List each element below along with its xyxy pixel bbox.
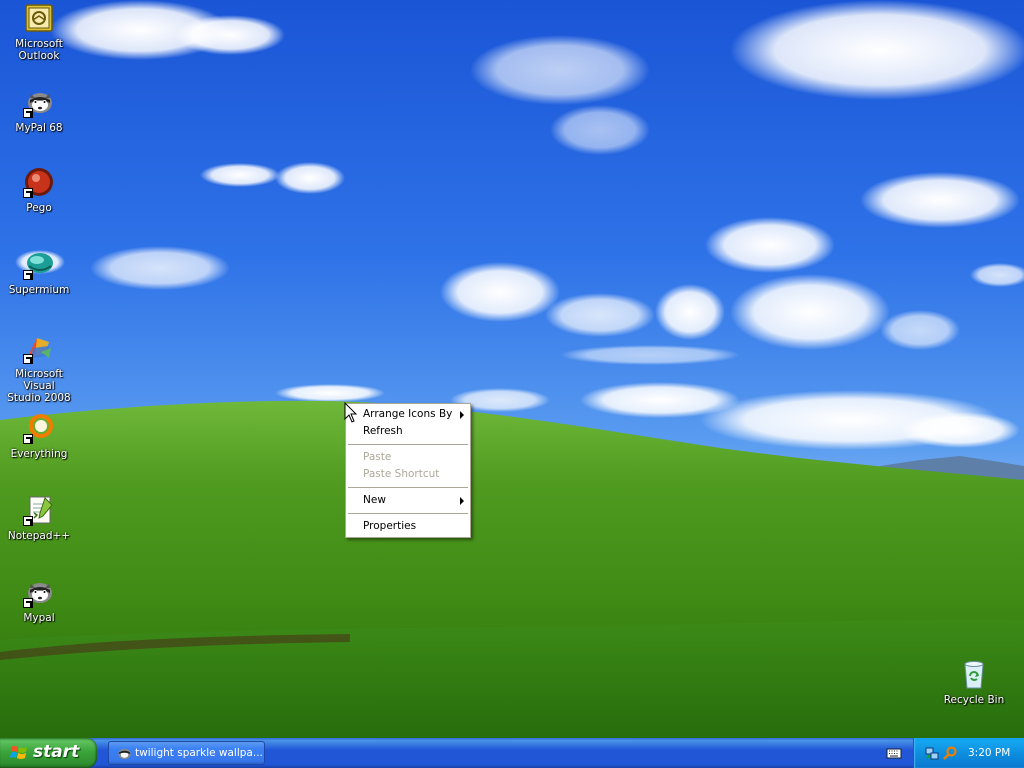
menu-separator [348,487,468,488]
network-icon[interactable] [924,745,940,761]
shortcut-arrow-icon [23,188,33,198]
clock[interactable]: 3:20 PM [968,738,1010,768]
shortcut-arrow-icon [23,354,33,364]
menu-separator [348,444,468,445]
search-icon[interactable] [942,745,958,761]
desktop-icon-visual-studio[interactable]: Microsoft Visual Studio 2008 [0,332,78,404]
desktop-icon-recycle-bin[interactable]: Recycle Bin [935,658,1013,706]
menu-item-arrange-icons-by[interactable]: Arrange Icons By [346,406,470,423]
start-label: start [33,742,80,762]
shortcut-arrow-icon [23,598,33,608]
desktop-icon-label: Pego [26,202,52,214]
desktop-icon-notepad-plus-plus[interactable]: Notepad++ [0,494,78,542]
menu-item-new[interactable]: New [346,492,470,509]
menu-item-label: Properties [363,520,417,532]
desktop-icon-label: MyPal 68 [15,122,63,134]
keyboard-icon[interactable] [886,746,902,760]
recycle-bin-icon [964,661,984,689]
desktop-icon-label: Recycle Bin [943,694,1005,706]
bliss-wallpaper [0,0,1024,738]
desktop-icon-label: Supermium [8,284,70,296]
menu-item-label: Arrange Icons By [363,408,453,420]
shortcut-arrow-icon [23,516,33,526]
menu-item-paste-shortcut: Paste Shortcut [346,466,470,483]
menu-item-label: Refresh [363,425,403,437]
desktop-icon-mypal[interactable]: Mypal [0,576,78,624]
taskbar-button-wallpaper[interactable]: twilight sparkle wallpa... [108,741,265,765]
menu-item-refresh[interactable]: Refresh [346,423,470,440]
desktop-icon-label: Notepad++ [7,530,71,542]
menu-item-properties[interactable]: Properties [346,518,470,535]
desktop-icon-supermium[interactable]: Supermium [0,248,78,296]
desktop-icon-label: Mypal [23,612,55,624]
menu-separator [348,513,468,514]
system-tray: 3:20 PM [913,738,1024,768]
menu-item-label: Paste Shortcut [363,468,440,480]
shortcut-arrow-icon [23,108,33,118]
windows-logo-icon [10,746,27,759]
menu-item-label: Paste [363,451,392,463]
desktop-icon-label: Studio 2008 [7,392,71,404]
taskbar: start twilight sparkle wallpa... 3:20 PM [0,738,1024,768]
submenu-arrow-icon [460,497,464,505]
mypal-icon [118,748,131,760]
desktop-icon-outlook[interactable]: Microsoft Outlook [0,2,78,62]
desktop-icon-label: Outlook [18,50,60,62]
desktop-icon-pego[interactable]: Pego [0,166,78,214]
shortcut-arrow-icon [23,434,33,444]
desktop-icon-label: Everything [10,448,68,460]
desktop-icon-label: Microsoft [15,38,63,50]
desktop-icon-mypal-68[interactable]: MyPal 68 [0,86,78,134]
outlook-icon [25,4,53,32]
desktop[interactable]: Microsoft Outlook MyPal 68 Pego Supermiu… [0,0,1024,738]
start-button[interactable]: start [0,738,97,768]
shortcut-arrow-icon [23,270,33,280]
menu-item-paste: Paste [346,449,470,466]
desktop-context-menu[interactable]: Arrange Icons By Refresh Paste Paste Sho… [345,403,471,538]
desktop-icon-everything[interactable]: Everything [0,412,78,460]
desktop-icon-label: Microsoft Visual [15,368,63,392]
menu-item-label: New [363,494,386,506]
mouse-cursor-icon [344,402,358,423]
taskbar-button-label: twilight sparkle wallpa... [135,747,263,759]
submenu-arrow-icon [460,411,464,419]
